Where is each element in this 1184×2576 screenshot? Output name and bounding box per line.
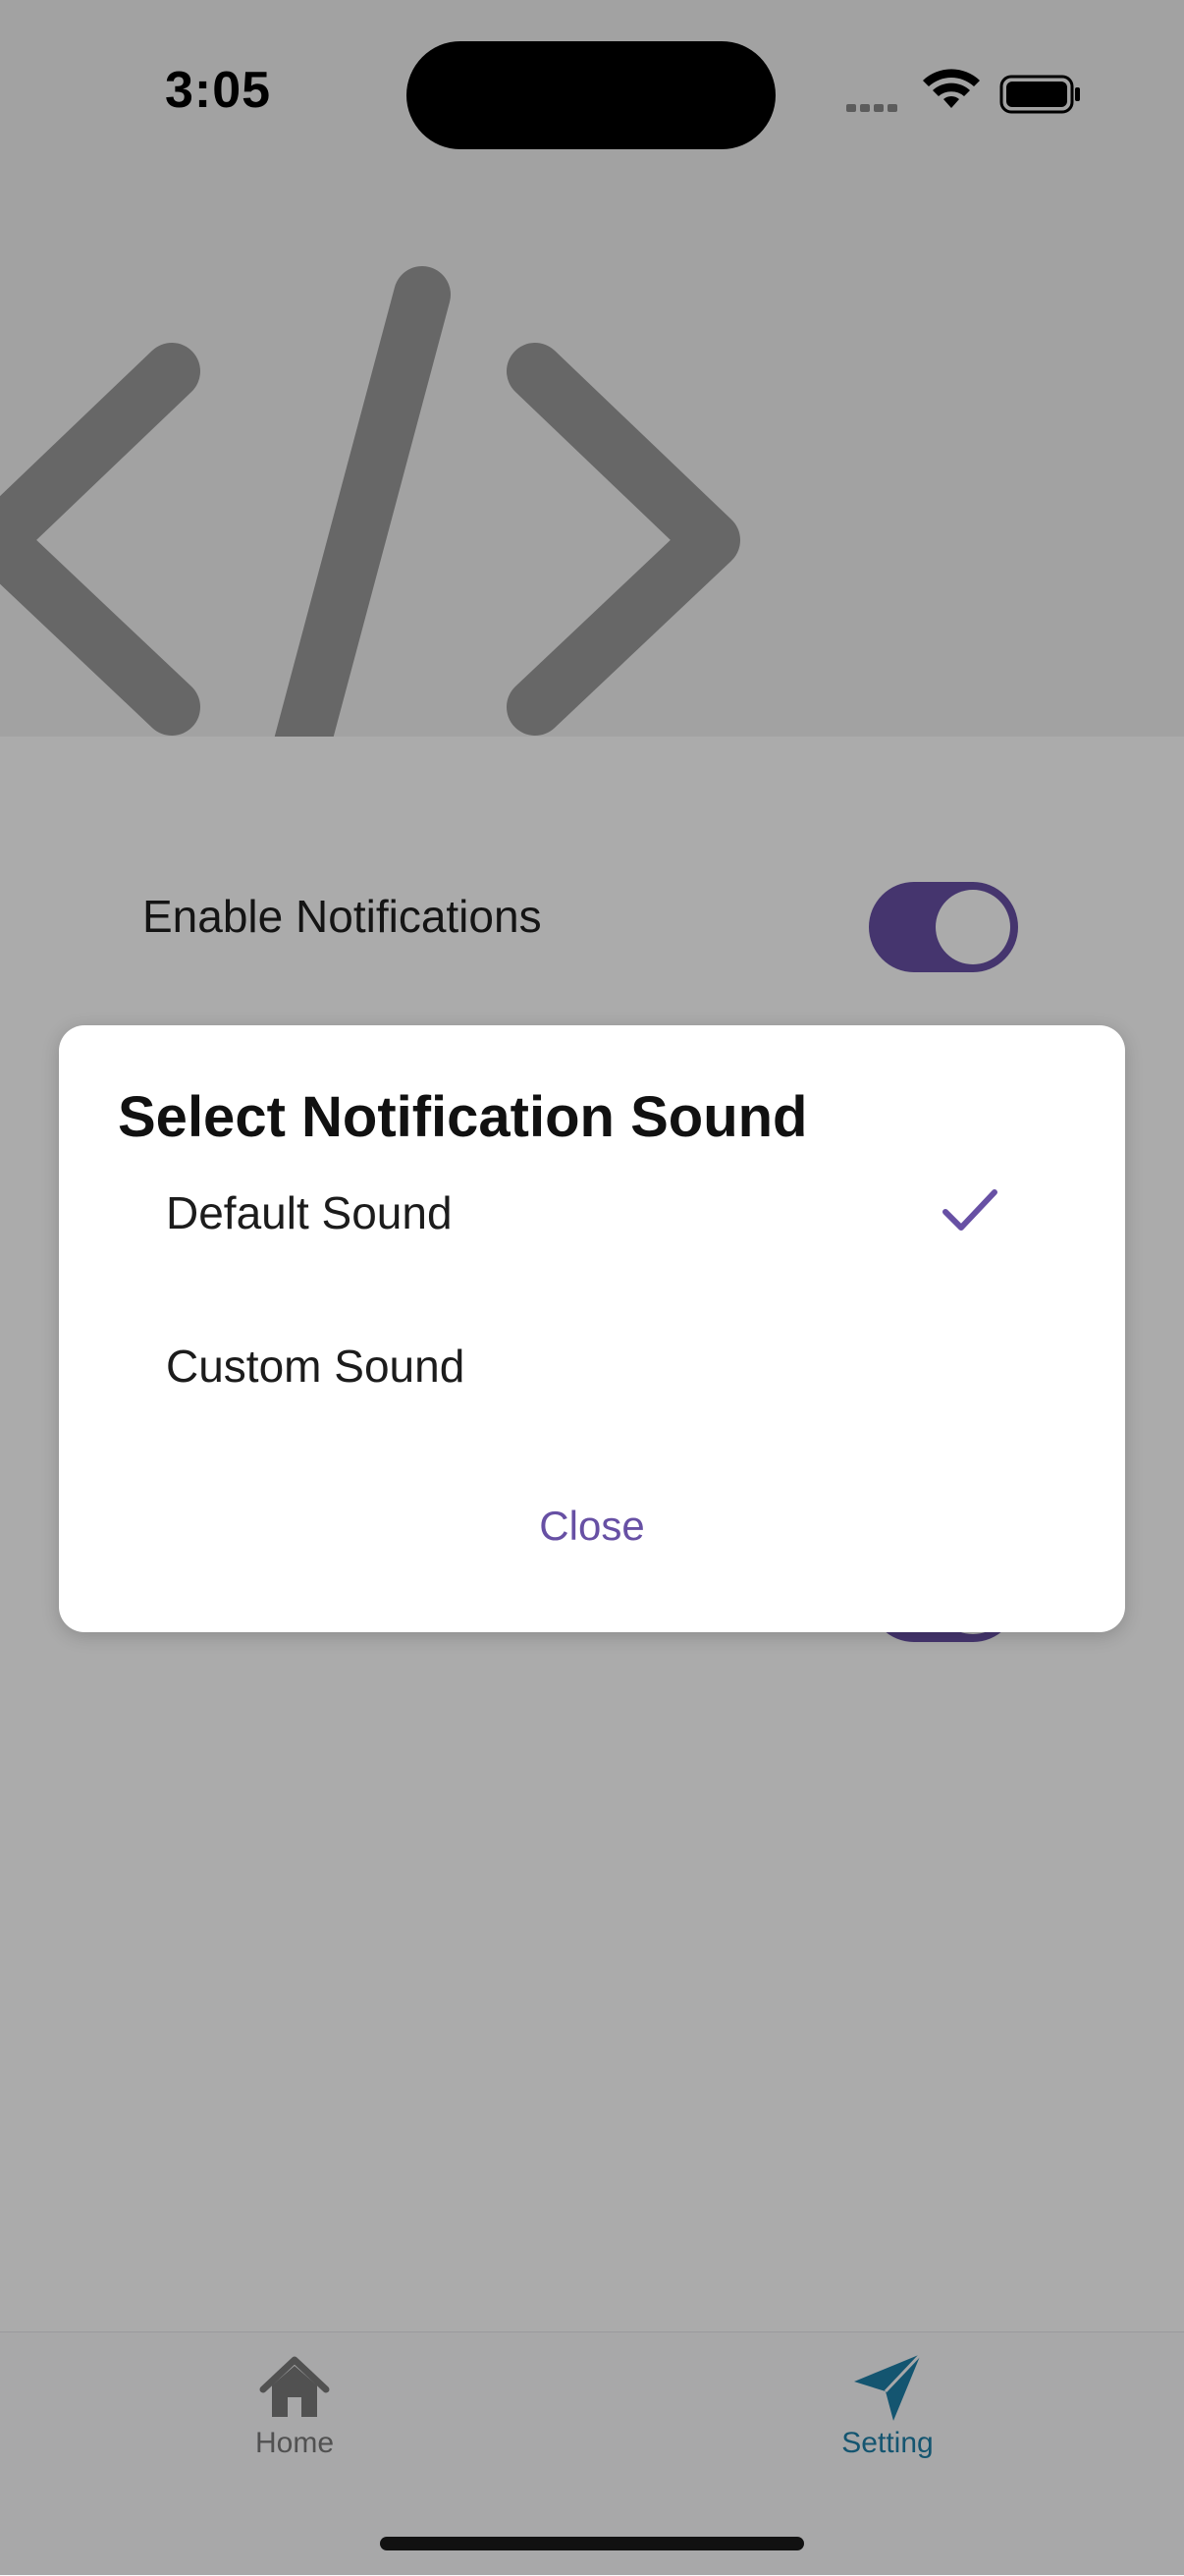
close-button[interactable]: Close — [494, 1487, 690, 1565]
notification-sound-dialog: Select Notification Sound Default Sound … — [59, 1025, 1125, 1632]
option-label: Custom Sound — [166, 1341, 465, 1392]
option-label: Default Sound — [166, 1187, 453, 1238]
option-custom-sound[interactable]: Custom Sound — [59, 1316, 1125, 1453]
dialog-title: Select Notification Sound — [118, 1085, 808, 1149]
option-default-sound[interactable]: Default Sound — [59, 1163, 1125, 1300]
check-icon — [942, 1189, 997, 1231]
